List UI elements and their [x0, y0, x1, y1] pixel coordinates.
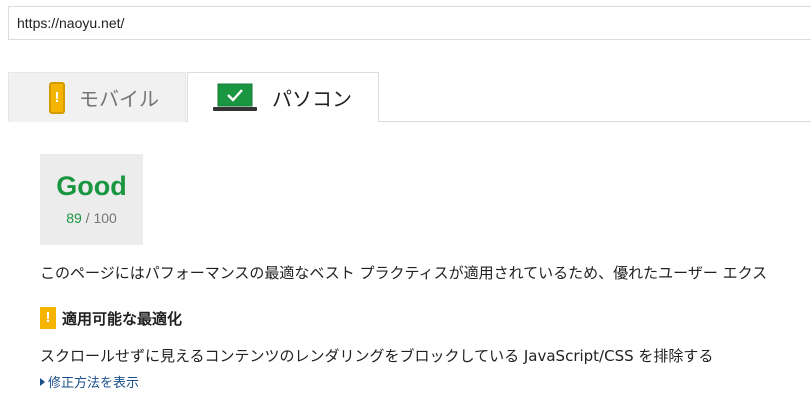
summary-text: このページにはパフォーマンスの最適なベスト プラクティスが適用されているため、優…	[40, 264, 768, 282]
tab-mobile[interactable]: ! モバイル	[8, 72, 186, 122]
score-box: Good 89 / 100	[40, 154, 143, 245]
optimization-header: ! 適用可能な最適化	[40, 307, 182, 329]
rule-title: スクロールせずに見えるコンテンツのレンダリングをブロックしている JavaScr…	[40, 347, 714, 365]
disclosure-triangle-icon	[40, 377, 45, 386]
score-separator: /	[81, 210, 94, 226]
url-bar[interactable]: https://naoyu.net/	[8, 6, 811, 40]
tab-desktop[interactable]: パソコン	[187, 72, 379, 123]
tab-mobile-label: モバイル	[79, 87, 159, 111]
show-fix-link[interactable]: 修正方法を表示	[40, 372, 139, 391]
phone-warning-icon: !	[49, 81, 65, 114]
score-label: Good	[56, 171, 127, 201]
tab-desktop-label: パソコン	[272, 87, 352, 111]
device-tabs: ! モバイル パソコン	[8, 72, 811, 123]
score-max: 100	[93, 210, 117, 226]
laptop-check-icon	[212, 83, 258, 113]
score-number: 89 / 100	[40, 210, 143, 226]
optimization-header-label: 適用可能な最適化	[62, 309, 183, 328]
score-value: 89	[66, 210, 82, 226]
warning-icon: !	[40, 307, 56, 329]
show-fix-link-label: 修正方法を表示	[48, 376, 140, 391]
